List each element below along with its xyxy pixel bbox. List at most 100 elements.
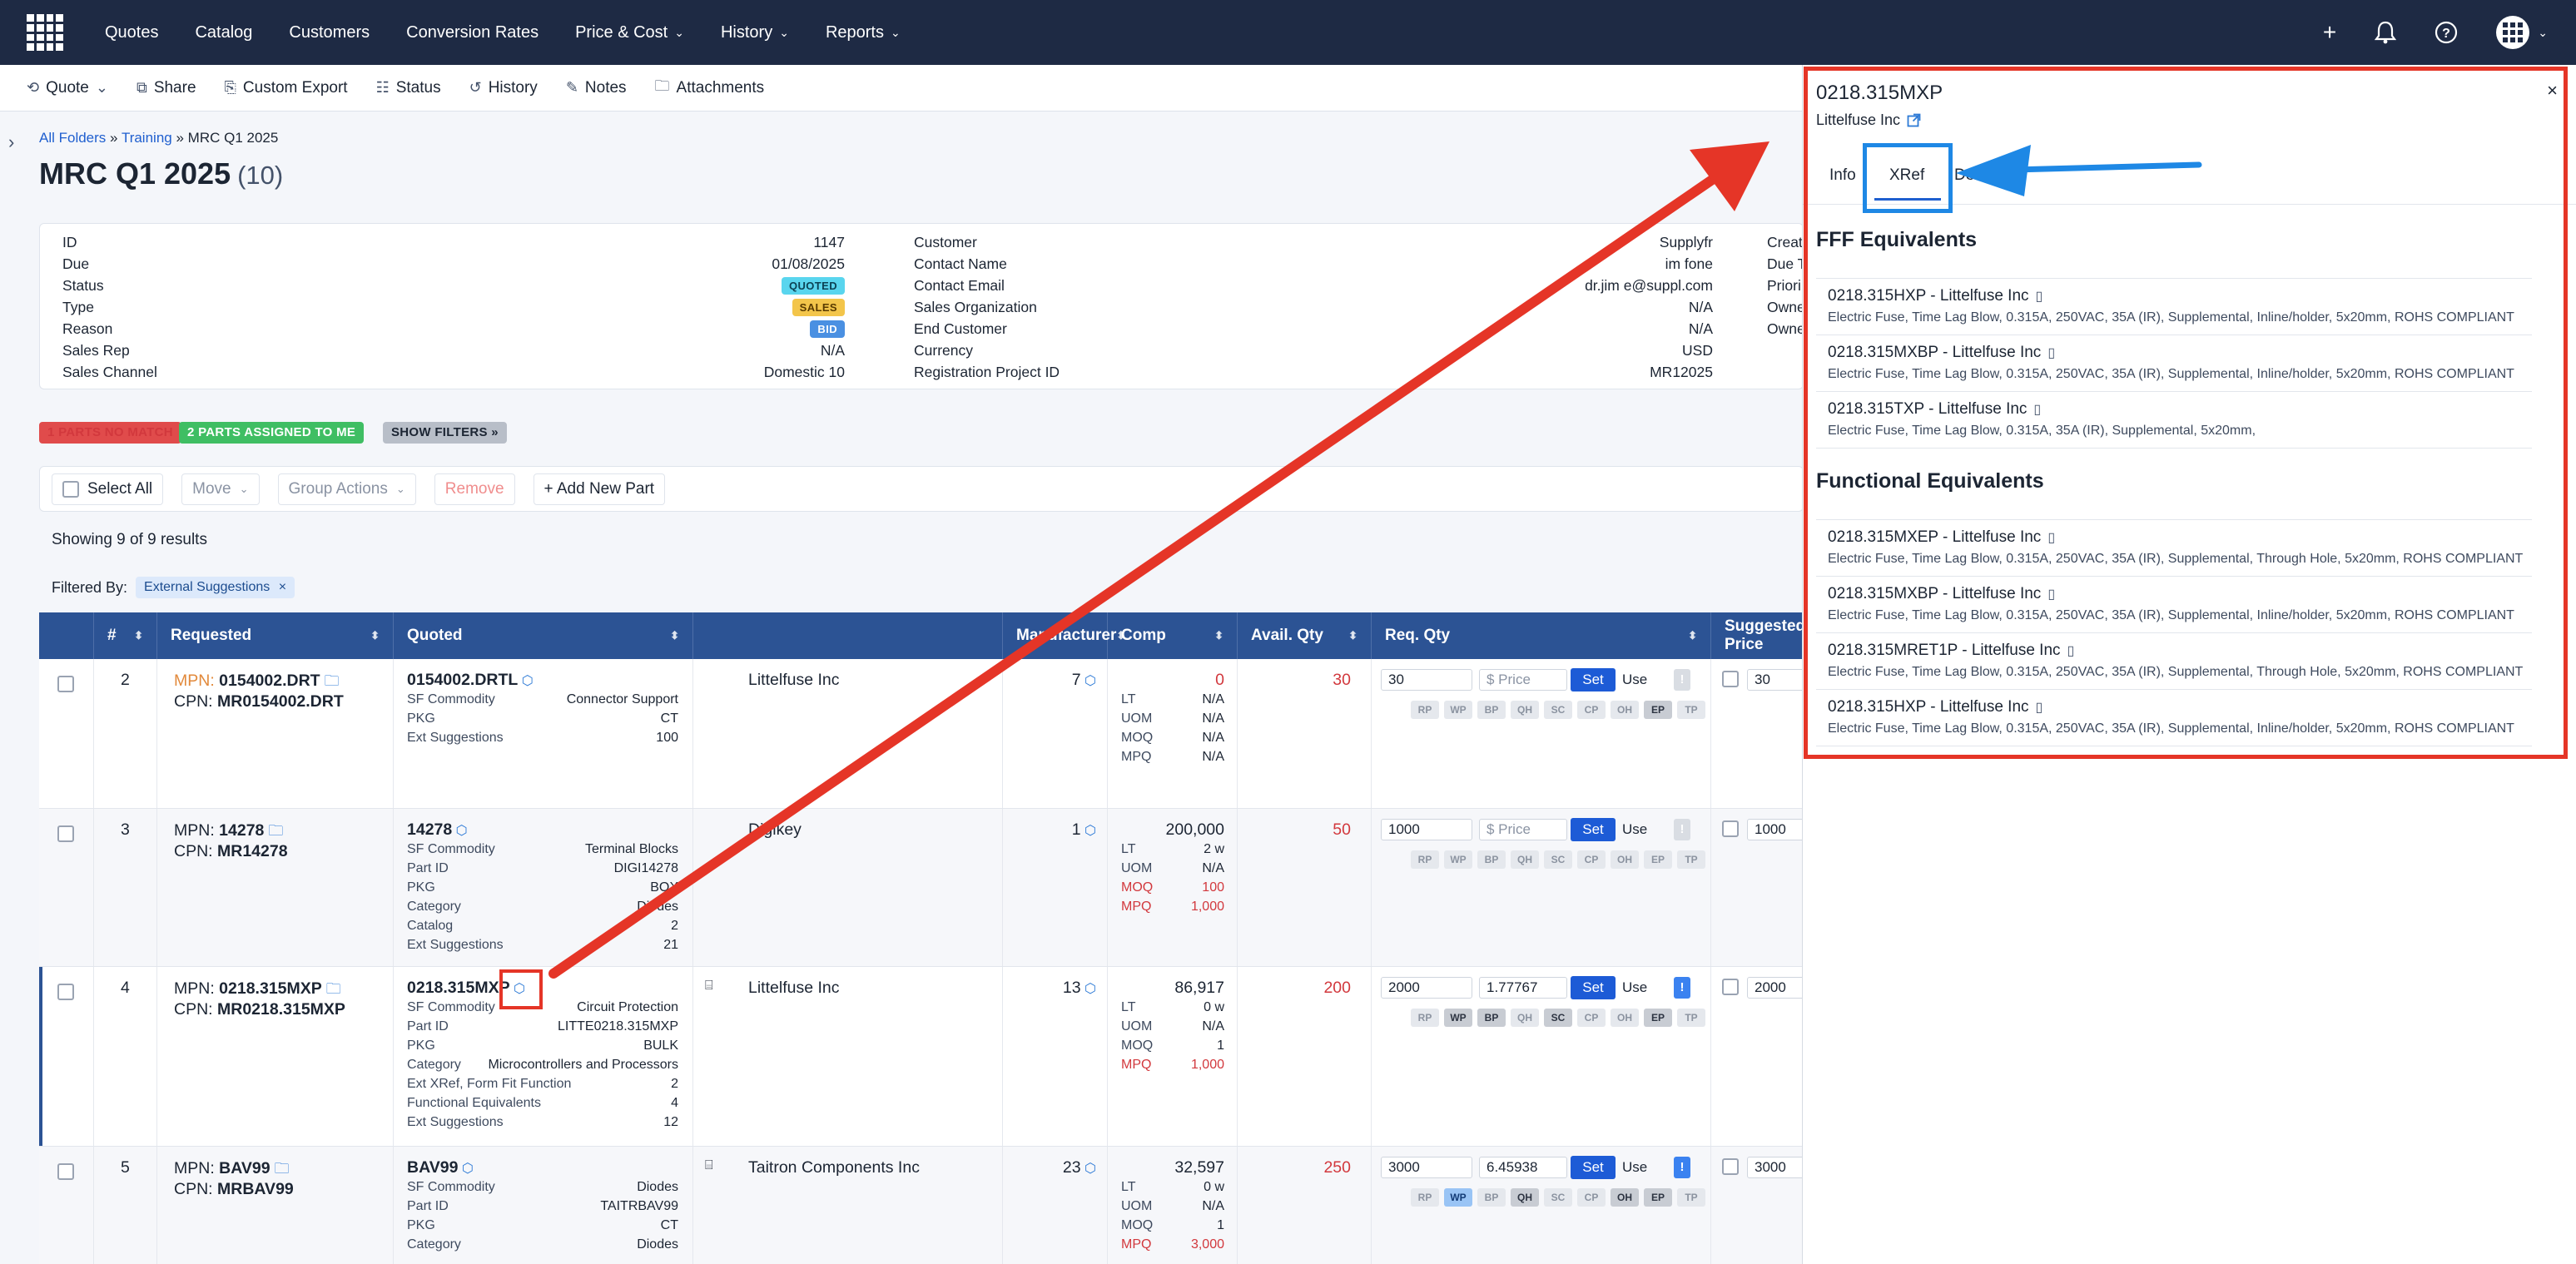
suggested-qty-input[interactable]: 2000 — [1381, 977, 1472, 999]
set-price-button[interactable]: Set — [1571, 818, 1616, 841]
price-source-sc[interactable]: SC — [1544, 701, 1572, 719]
price-source-bp[interactable]: BP — [1477, 850, 1506, 869]
move-dropdown[interactable]: Move ⌄ — [181, 473, 260, 505]
nav-item-history[interactable]: History ⌄ — [721, 23, 789, 42]
price-source-bp[interactable]: BP — [1477, 701, 1506, 719]
suggested-qty-input[interactable]: 3000 — [1381, 1157, 1472, 1178]
toolbar-status-button[interactable]: ☷ Status — [376, 79, 441, 97]
nav-item-quotes[interactable]: Quotes — [105, 23, 158, 42]
parts-no-match-filter[interactable]: 1 PARTS NO MATCH — [39, 422, 181, 444]
folder-icon[interactable]: 🗀 — [271, 1160, 290, 1177]
comp-count[interactable]: 13 ⬡ — [1063, 979, 1096, 998]
suggested-price-input[interactable]: 6.45938 — [1479, 1157, 1567, 1178]
suggested-price-input[interactable]: $ Price — [1479, 819, 1567, 840]
price-source-sc[interactable]: SC — [1544, 850, 1572, 869]
price-source-bp[interactable]: BP — [1477, 1009, 1506, 1027]
group-actions-dropdown[interactable]: Group Actions ⌄ — [277, 473, 416, 505]
price-source-rp[interactable]: RP — [1411, 850, 1439, 869]
remove-button[interactable]: Remove — [434, 473, 515, 505]
apps-menu[interactable]: ⌄ — [2496, 16, 2548, 49]
set-price-button[interactable]: Set — [1571, 668, 1616, 691]
table-row[interactable]: 5 MPN: BAV99 🗀 CPN: MRBAV99 BAV99 ⬡ SF Commo… — [39, 1147, 1804, 1264]
table-row[interactable]: 4 MPN: 0218.315MXP 🗀 CPN: MR0218.315MXP 021… — [39, 967, 1804, 1147]
part-cube-icon[interactable]: ⬡ — [452, 824, 468, 838]
part-cube-icon[interactable]: ⬡ — [518, 674, 534, 688]
price-source-qh[interactable]: QH — [1511, 1188, 1539, 1207]
price-source-oh[interactable]: OH — [1611, 1188, 1639, 1207]
toolbar-share-button[interactable]: ⧉ Share — [136, 79, 196, 97]
use-price-button[interactable]: Use — [1622, 672, 1647, 688]
table-row[interactable]: 3 MPN: 14278 🗀 CPN: MR14278 14278 ⬡ SF Commo… — [39, 809, 1804, 967]
nav-item-customers[interactable]: Customers — [289, 23, 370, 42]
price-alert-icon[interactable]: ! — [1674, 819, 1690, 840]
column-header-comp[interactable]: Comp ⬍ — [1108, 612, 1238, 659]
price-alert-icon[interactable]: ! — [1674, 977, 1690, 999]
breadcrumb-all-folders[interactable]: All Folders — [39, 130, 106, 146]
price-source-ep[interactable]: EP — [1644, 1188, 1672, 1207]
suggested-price-input[interactable]: 1.77767 — [1479, 977, 1567, 999]
comp-count[interactable]: 7 ⬡ — [1072, 671, 1096, 690]
row-select-checkbox[interactable] — [57, 984, 74, 1000]
column-header-avail-qty[interactable]: Avail. Qty ⬍ — [1238, 612, 1372, 659]
help-icon[interactable]: ? — [2435, 21, 2458, 44]
price-source-ep[interactable]: EP — [1644, 701, 1672, 719]
price-source-rp[interactable]: RP — [1411, 1188, 1439, 1207]
filter-chip[interactable]: External Suggestions × — [136, 577, 295, 598]
price-source-wp[interactable]: WP — [1444, 1009, 1472, 1027]
sort-icon[interactable]: ⬍ — [1214, 629, 1223, 642]
price-source-rp[interactable]: RP — [1411, 701, 1439, 719]
use-price-button[interactable]: Use — [1622, 979, 1647, 996]
price-source-tp[interactable]: TP — [1677, 1009, 1705, 1027]
quote-price-checkbox[interactable] — [1722, 1158, 1739, 1175]
price-source-oh[interactable]: OH — [1611, 850, 1639, 869]
row-select-checkbox[interactable] — [57, 1163, 74, 1180]
sort-icon[interactable]: ⬍ — [670, 629, 679, 642]
toolbar-quote-button[interactable]: ⟲ Quote ⌄ — [27, 79, 108, 97]
datasheet-icon[interactable]: ⌸ — [705, 1158, 713, 1173]
nav-item-price-cost[interactable]: Price & Cost ⌄ — [575, 23, 684, 42]
quote-qty-input[interactable]: 1000 — [1747, 819, 1804, 840]
show-filters-button[interactable]: SHOW FILTERS » — [383, 422, 507, 444]
column-header-req-qty[interactable]: Req. Qty ⬍ — [1372, 612, 1711, 659]
folder-icon[interactable]: 🗀 — [320, 672, 340, 689]
select-all-checkbox[interactable]: Select All — [52, 473, 164, 505]
price-source-qh[interactable]: QH — [1511, 850, 1539, 869]
set-price-button[interactable]: Set — [1571, 976, 1616, 999]
row-select-checkbox[interactable] — [57, 676, 74, 692]
price-source-oh[interactable]: OH — [1611, 701, 1639, 719]
add-new-part-button[interactable]: + Add New Part — [533, 473, 666, 505]
toolbar-custom-export-button[interactable]: ⎘ Custom Export — [225, 79, 348, 97]
sort-icon[interactable]: ⬍ — [1688, 629, 1697, 642]
quoted-part-number[interactable]: BAV99 ⬡ — [407, 1158, 474, 1177]
suggested-price-input[interactable]: $ Price — [1479, 669, 1567, 691]
price-source-ep[interactable]: EP — [1644, 1009, 1672, 1027]
quoted-part-number[interactable]: 14278 ⬡ — [407, 820, 468, 840]
price-alert-icon[interactable]: ! — [1674, 1157, 1690, 1178]
price-source-cp[interactable]: CP — [1577, 701, 1606, 719]
price-source-qh[interactable]: QH — [1511, 1009, 1539, 1027]
price-source-qh[interactable]: QH — [1511, 701, 1539, 719]
column-header-quoted[interactable]: Quoted ⬍ — [394, 612, 693, 659]
column-header-suggested-price[interactable]: Suggested Price⬍ — [1711, 612, 1804, 659]
bell-icon[interactable] — [2375, 21, 2397, 44]
price-source-cp[interactable]: CP — [1577, 1009, 1606, 1027]
nav-item-reports[interactable]: Reports ⌄ — [826, 23, 901, 42]
price-source-oh[interactable]: OH — [1611, 1009, 1639, 1027]
price-alert-icon[interactable]: ! — [1674, 669, 1690, 691]
row-select-checkbox[interactable] — [57, 825, 74, 842]
nav-item-conversion-rates[interactable]: Conversion Rates — [406, 23, 539, 42]
toolbar-notes-button[interactable]: ✎ Notes — [566, 79, 627, 97]
price-source-tp[interactable]: TP — [1677, 850, 1705, 869]
comp-count[interactable]: 23 ⬡ — [1063, 1158, 1096, 1177]
column-header-manufacturer[interactable]: Manufacturer ⬍ — [1003, 612, 1125, 659]
price-source-wp[interactable]: WP — [1444, 850, 1472, 869]
price-source-sc[interactable]: SC — [1544, 1009, 1572, 1027]
price-source-sc[interactable]: SC — [1544, 1188, 1572, 1207]
quote-price-checkbox[interactable] — [1722, 671, 1739, 687]
column-header-requested[interactable]: Requested ⬍ — [157, 612, 394, 659]
app-grid-logo-icon[interactable] — [27, 14, 63, 51]
price-source-cp[interactable]: CP — [1577, 850, 1606, 869]
toolbar-history-button[interactable]: ↺ History — [469, 79, 538, 97]
table-row[interactable]: 2 MPN: 0154002.DRT 🗀 CPN: MR0154002.DRT 015… — [39, 659, 1804, 809]
suggested-qty-input[interactable]: 30 — [1381, 669, 1472, 691]
